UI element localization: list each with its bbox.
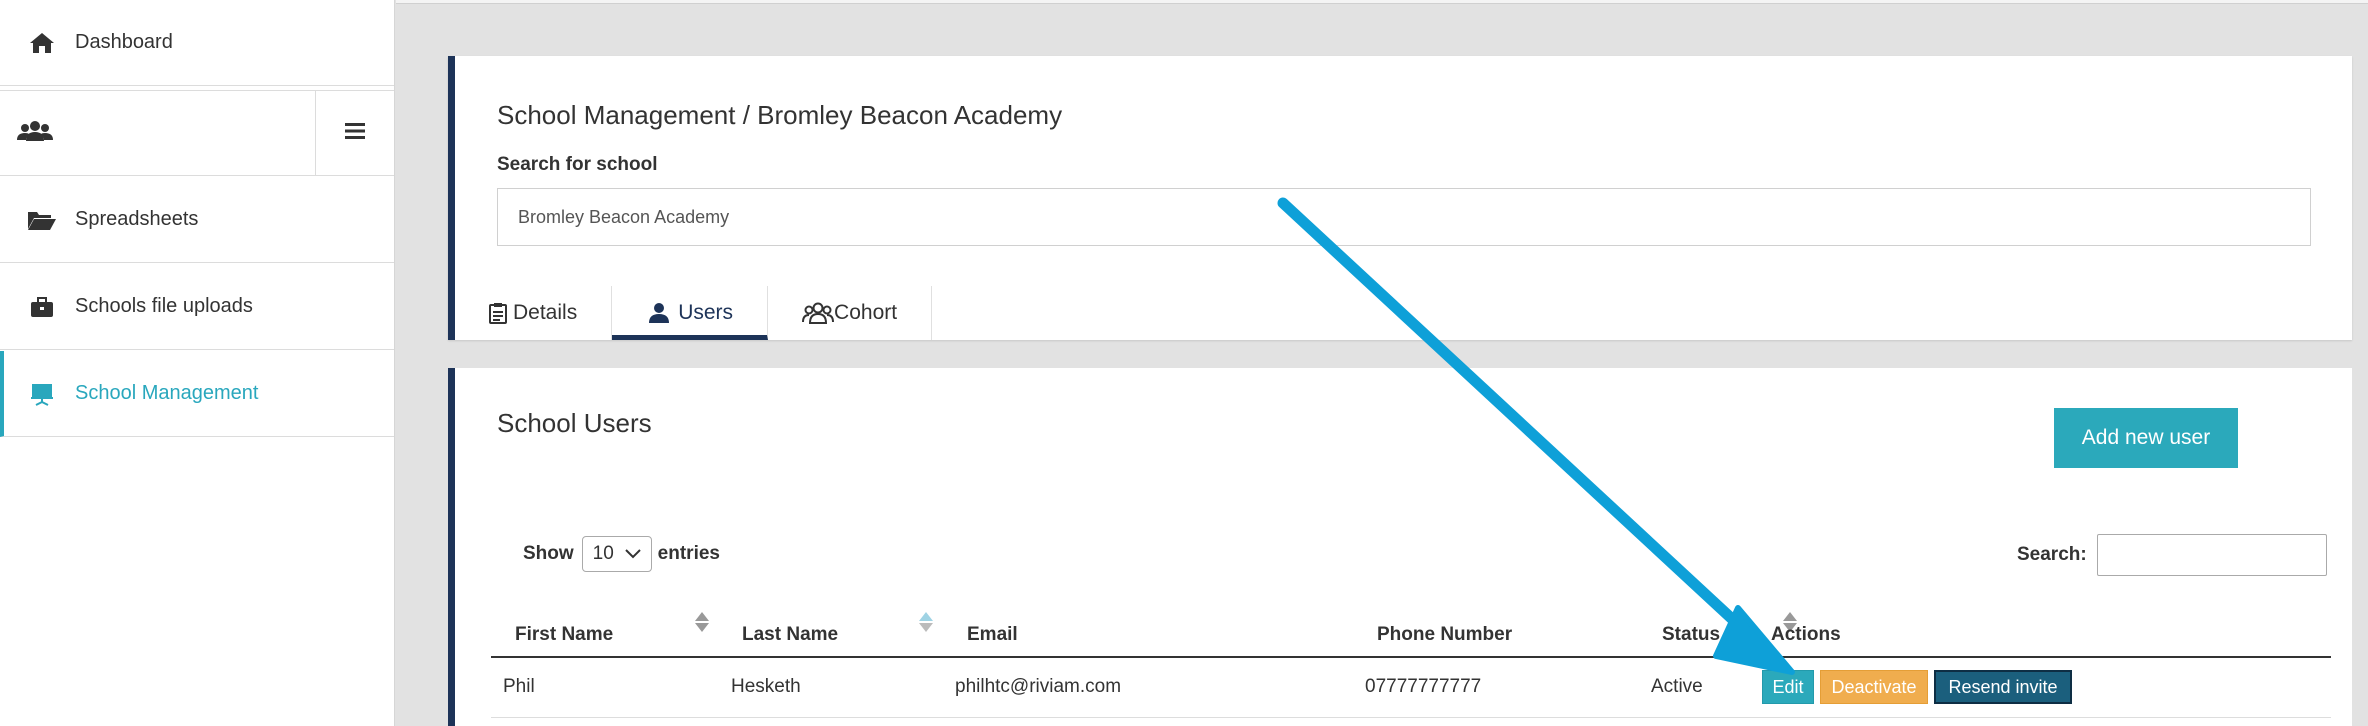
sidebar-item-label: Schools file uploads <box>75 295 253 317</box>
hamburger-icon <box>345 122 365 145</box>
tab-label: Users <box>678 301 734 324</box>
user-icon <box>646 302 672 324</box>
sidebar-item-spreadsheets[interactable]: Spreadsheets <box>0 177 394 263</box>
entries-length-control: Show 10 entries <box>523 536 720 572</box>
column-header-last-name[interactable]: Last Name <box>742 624 838 646</box>
column-header-phone[interactable]: Phone Number <box>1377 624 1512 646</box>
sidebar-item-label: Dashboard <box>75 31 173 53</box>
column-header-actions: Actions <box>1771 624 1841 645</box>
tab-users[interactable]: Users <box>612 286 769 340</box>
column-header-first-name[interactable]: First Name <box>515 624 613 646</box>
sort-icon[interactable] <box>695 612 709 632</box>
briefcase-icon <box>22 296 62 318</box>
sidebar-group-row <box>0 90 394 176</box>
top-bar <box>396 0 2368 4</box>
tab-label: Details <box>513 301 578 324</box>
add-new-user-button[interactable]: Add new user <box>2054 408 2238 468</box>
table-header: First Name Last Name Email Phone Number … <box>491 600 2331 658</box>
users-group-icon <box>16 119 54 148</box>
sidebar: Dashboard Spreadsheets Schools file uplo… <box>0 0 395 726</box>
chevron-down-icon <box>624 543 641 565</box>
sort-icon[interactable] <box>919 612 933 632</box>
tab-details[interactable]: Details <box>455 286 613 340</box>
school-search-input[interactable] <box>497 188 2311 246</box>
page-title: School Management / Bromley Beacon Acade… <box>497 100 1063 130</box>
easel-icon <box>22 382 62 406</box>
search-label: Search: <box>2017 544 2087 565</box>
cell-email: philhtc@riviam.com <box>955 676 1122 697</box>
column-header-email[interactable]: Email <box>967 624 1018 646</box>
sidebar-item-dashboard[interactable]: Dashboard <box>0 0 394 86</box>
show-label: Show <box>523 543 574 564</box>
cell-status: Active <box>1651 676 1703 697</box>
table-search: Search: <box>2017 534 2327 576</box>
folder-open-icon <box>22 209 62 231</box>
cell-first-name: Phil <box>503 676 535 697</box>
home-icon <box>22 31 62 55</box>
entries-label: entries <box>657 543 720 564</box>
school-users-panel: School Users Add new user Show 10 entrie… <box>448 368 2352 726</box>
cell-last-name: Hesketh <box>731 676 801 697</box>
sidebar-item-schools-file-uploads[interactable]: Schools file uploads <box>0 264 394 350</box>
sidebar-item-label: School Management <box>75 382 259 404</box>
resend-invite-button[interactable]: Resend invite <box>1934 670 2072 704</box>
search-school-label: Search for school <box>497 154 658 175</box>
sidebar-item-users[interactable] <box>0 91 316 175</box>
tab-cohort[interactable]: Cohort <box>768 286 933 340</box>
table-search-input[interactable] <box>2096 534 2327 576</box>
sidebar-item-school-management[interactable]: School Management <box>0 351 394 437</box>
users-group-icon <box>802 302 835 324</box>
edit-button[interactable]: Edit <box>1762 670 1814 704</box>
menu-toggle-button[interactable] <box>316 91 394 175</box>
tab-bar: Details Users Cohort <box>455 286 933 340</box>
column-header-status[interactable]: Status <box>1662 624 1720 646</box>
entries-value: 10 <box>592 543 614 564</box>
sidebar-item-label: Spreadsheets <box>75 208 199 230</box>
entries-select[interactable]: 10 <box>581 536 652 572</box>
school-header-panel: School Management / Bromley Beacon Acade… <box>448 56 2352 340</box>
deactivate-button[interactable]: Deactivate <box>1820 670 1928 704</box>
tab-label: Cohort <box>834 301 898 324</box>
table-row: Phil Hesketh philhtc@riviam.com 07777777… <box>491 658 2331 718</box>
clipboard-icon <box>489 302 507 324</box>
cell-phone: 07777777777 <box>1365 676 1482 697</box>
section-title: School Users <box>497 408 652 438</box>
